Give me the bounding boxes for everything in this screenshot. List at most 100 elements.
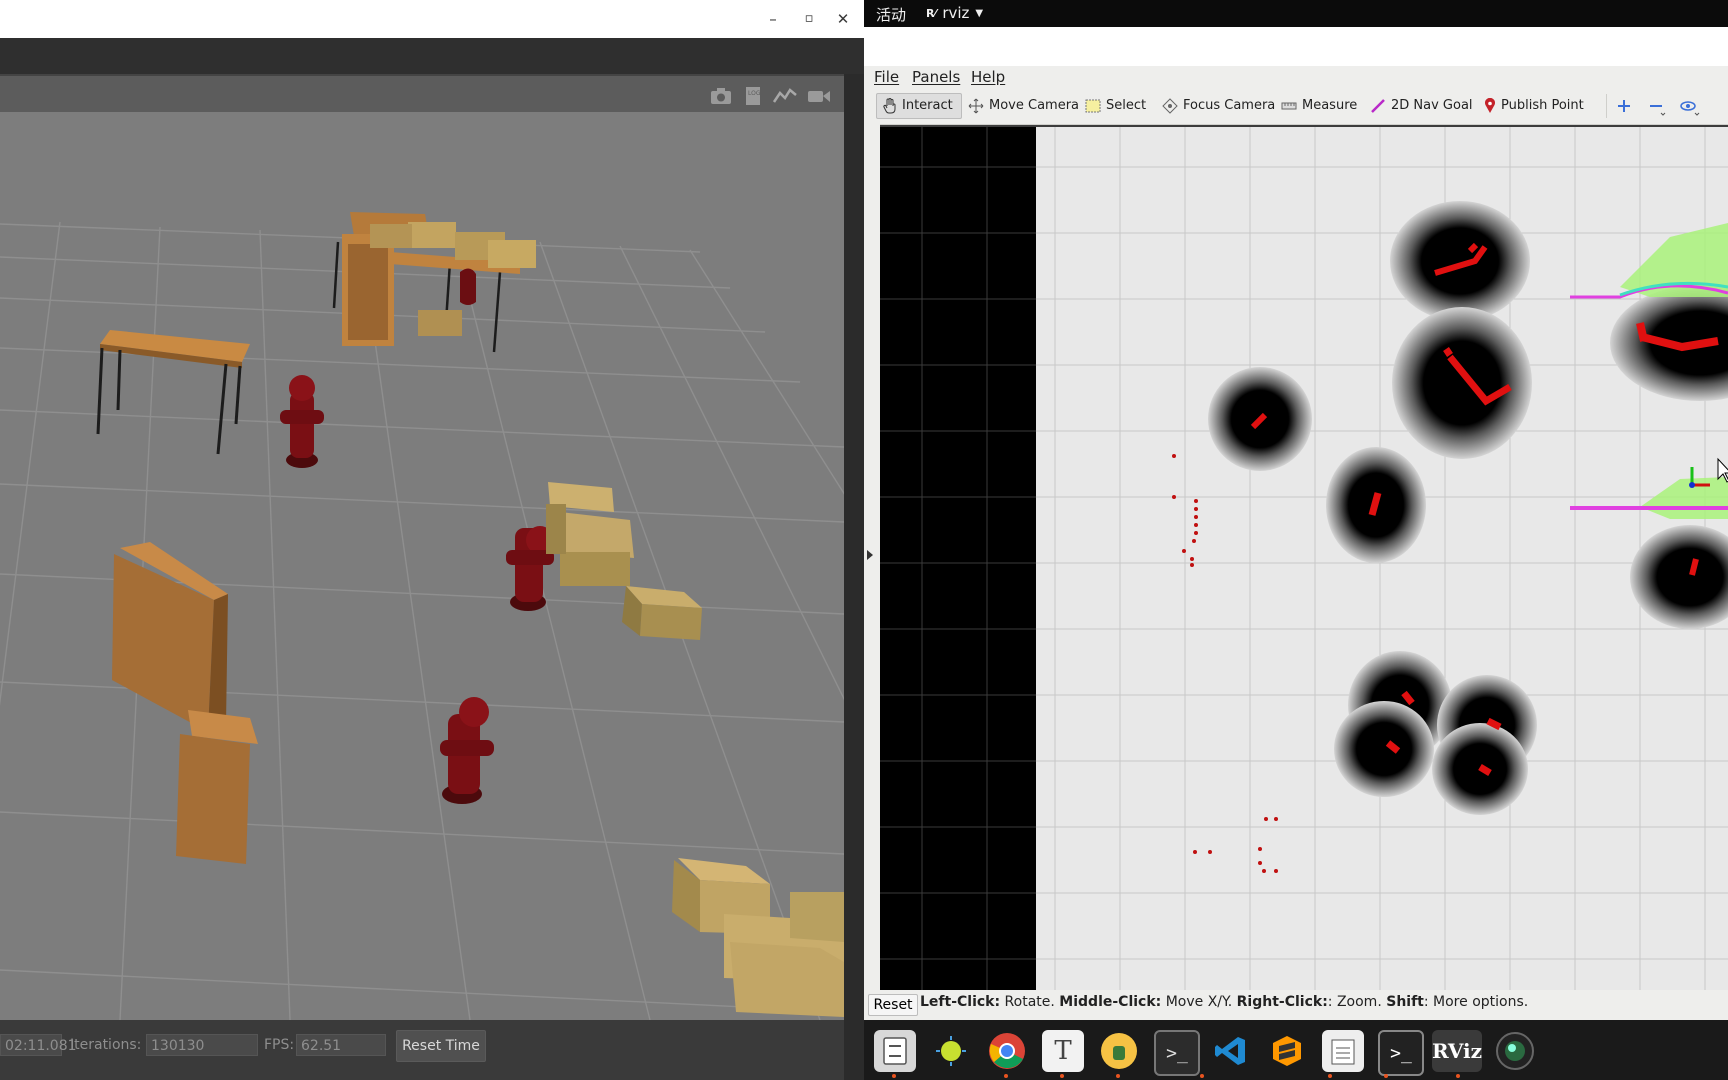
menu-file[interactable]: File — [874, 67, 899, 87]
close-button[interactable]: ✕ — [832, 8, 854, 30]
activities-button[interactable]: 活动 — [876, 4, 906, 25]
sim-time-field: 02:11.081 — [0, 1034, 77, 1056]
box — [622, 586, 702, 640]
tool-select-label: Select — [1106, 98, 1147, 113]
files-icon[interactable] — [874, 1030, 916, 1072]
add-tool-icon[interactable] — [1616, 98, 1632, 114]
select-icon — [1085, 99, 1101, 113]
table — [96, 330, 250, 455]
tool-select[interactable]: Select — [1085, 93, 1146, 119]
text-editor-icon[interactable]: T — [1042, 1030, 1084, 1072]
menu-panels[interactable]: Panels — [912, 67, 960, 87]
ruler-icon — [1281, 102, 1297, 110]
rviz-menubar: File Panels Help — [864, 66, 1728, 88]
pin-icon — [1485, 98, 1495, 113]
shelf-cluster — [332, 212, 536, 353]
tool-publish-point[interactable]: Publish Point — [1484, 93, 1584, 119]
running-indicator — [1116, 1074, 1120, 1078]
reset-time-button[interactable]: Reset Time — [396, 1030, 486, 1062]
log-icon[interactable]: LOG — [740, 85, 766, 107]
tool-focus-camera[interactable]: Focus Camera — [1162, 93, 1275, 119]
rviz-icon[interactable]: RViz — [1432, 1030, 1482, 1072]
gazebo-menubar — [0, 38, 864, 74]
toolbar-separator — [1606, 94, 1607, 118]
costmap-obstacle — [1392, 307, 1532, 459]
app-menu[interactable]: R⁄ rviz ▼ — [926, 4, 983, 22]
running-indicator — [1384, 1074, 1388, 1078]
costmap-obstacle — [1390, 201, 1530, 321]
app-menu-label: rviz — [942, 4, 970, 22]
panel-collapse-strip[interactable] — [864, 124, 880, 990]
expand-arrow-icon[interactable] — [867, 550, 873, 560]
maximize-button[interactable]: ▫ — [798, 8, 820, 30]
tool-2d-nav-goal-label: 2D Nav Goal — [1391, 98, 1473, 113]
plot-icon[interactable] — [772, 85, 798, 107]
gazebo-3d-viewport[interactable] — [0, 112, 844, 1020]
dock: T >_ >_ RViz — [864, 1020, 1728, 1080]
fps-label: FPS: — [264, 1037, 295, 1053]
box-stack — [546, 482, 634, 586]
gazebo-scene — [0, 212, 844, 1020]
iterations-field: 130130 — [146, 1034, 258, 1056]
fire-hydrant — [440, 697, 494, 804]
settings-icon[interactable] — [930, 1030, 972, 1072]
gazebo-titlebar: – ▫ ✕ — [0, 0, 864, 38]
video-icon[interactable] — [806, 85, 832, 107]
reset-button[interactable]: Reset — [868, 994, 918, 1016]
camera-icon[interactable] — [708, 85, 734, 107]
shift-key: Shift — [1386, 994, 1424, 1010]
tool-measure-label: Measure — [1302, 98, 1358, 113]
rviz-small-icon: R⁄ — [926, 6, 937, 20]
mouse-hint-text: Left-Click: Rotate. Middle-Click: Move X… — [920, 994, 1528, 1010]
tool-interact-label: Interact — [902, 98, 953, 113]
minimize-button[interactable]: – — [762, 8, 784, 30]
costmap-obstacle — [1326, 447, 1426, 563]
nav-goal-icon — [1371, 99, 1385, 113]
sublime-icon[interactable] — [1266, 1030, 1308, 1072]
tool-interact[interactable]: Interact — [876, 93, 962, 119]
middle-click-text: Move X/Y. — [1165, 994, 1233, 1010]
running-indicator — [1328, 1074, 1332, 1078]
running-indicator — [1004, 1074, 1008, 1078]
gazebo-toolbar: LOG — [0, 74, 844, 114]
right-click-text: : Zoom. — [1327, 994, 1382, 1010]
menu-help[interactable]: Help — [971, 67, 1005, 87]
running-indicator — [1456, 1074, 1460, 1078]
wall-obstacle — [880, 127, 1036, 990]
camera-lens-icon[interactable] — [1494, 1030, 1536, 1072]
move-camera-icon — [968, 98, 984, 114]
rviz-render-view[interactable] — [880, 127, 1728, 990]
remove-tool-icon[interactable] — [1648, 98, 1666, 116]
terminal-icon[interactable]: >_ — [1154, 1030, 1200, 1076]
left-click-text: Rotate. — [1004, 994, 1055, 1010]
chrome-icon[interactable] — [986, 1030, 1028, 1072]
cabinet — [112, 542, 228, 732]
tool-move-camera[interactable]: Move Camera — [968, 93, 1079, 119]
tool-move-camera-label: Move Camera — [989, 98, 1080, 113]
notes-icon[interactable] — [1322, 1030, 1364, 1072]
rviz-toolbar: Interact Move Camera Select Focus Camera… — [864, 88, 1728, 125]
splitter[interactable] — [844, 74, 864, 1080]
rviz-map-view — [880, 127, 1728, 990]
tool-publish-point-label: Publish Point — [1501, 98, 1584, 113]
vscode-icon[interactable] — [1210, 1030, 1252, 1072]
running-indicator — [1200, 1074, 1204, 1078]
rviz-status-bar: Left-Click: Rotate. Middle-Click: Move X… — [864, 990, 1728, 1020]
terminal2-icon[interactable]: >_ — [1378, 1030, 1424, 1076]
tool-2d-nav-goal[interactable]: 2D Nav Goal — [1370, 93, 1473, 119]
middle-click-key: Middle-Click: — [1059, 994, 1162, 1010]
tool-measure[interactable]: Measure — [1281, 93, 1357, 119]
focus-camera-icon — [1162, 98, 1178, 114]
top-panel: 活动 R⁄ rviz ▼ — [864, 0, 1728, 27]
box-pile — [672, 858, 844, 1017]
cabinet — [176, 710, 258, 864]
eye-icon[interactable] — [1680, 98, 1700, 116]
left-click-key: Left-Click: — [920, 994, 1001, 1010]
running-indicator — [892, 1074, 896, 1078]
shift-text: : More options. — [1423, 994, 1529, 1010]
running-indicator — [1060, 1074, 1064, 1078]
right-click-key: Right-Click: — [1236, 994, 1328, 1010]
iterations-label: Iterations: — [70, 1037, 142, 1053]
python-icon[interactable] — [1098, 1030, 1140, 1072]
tool-focus-camera-label: Focus Camera — [1183, 98, 1276, 113]
